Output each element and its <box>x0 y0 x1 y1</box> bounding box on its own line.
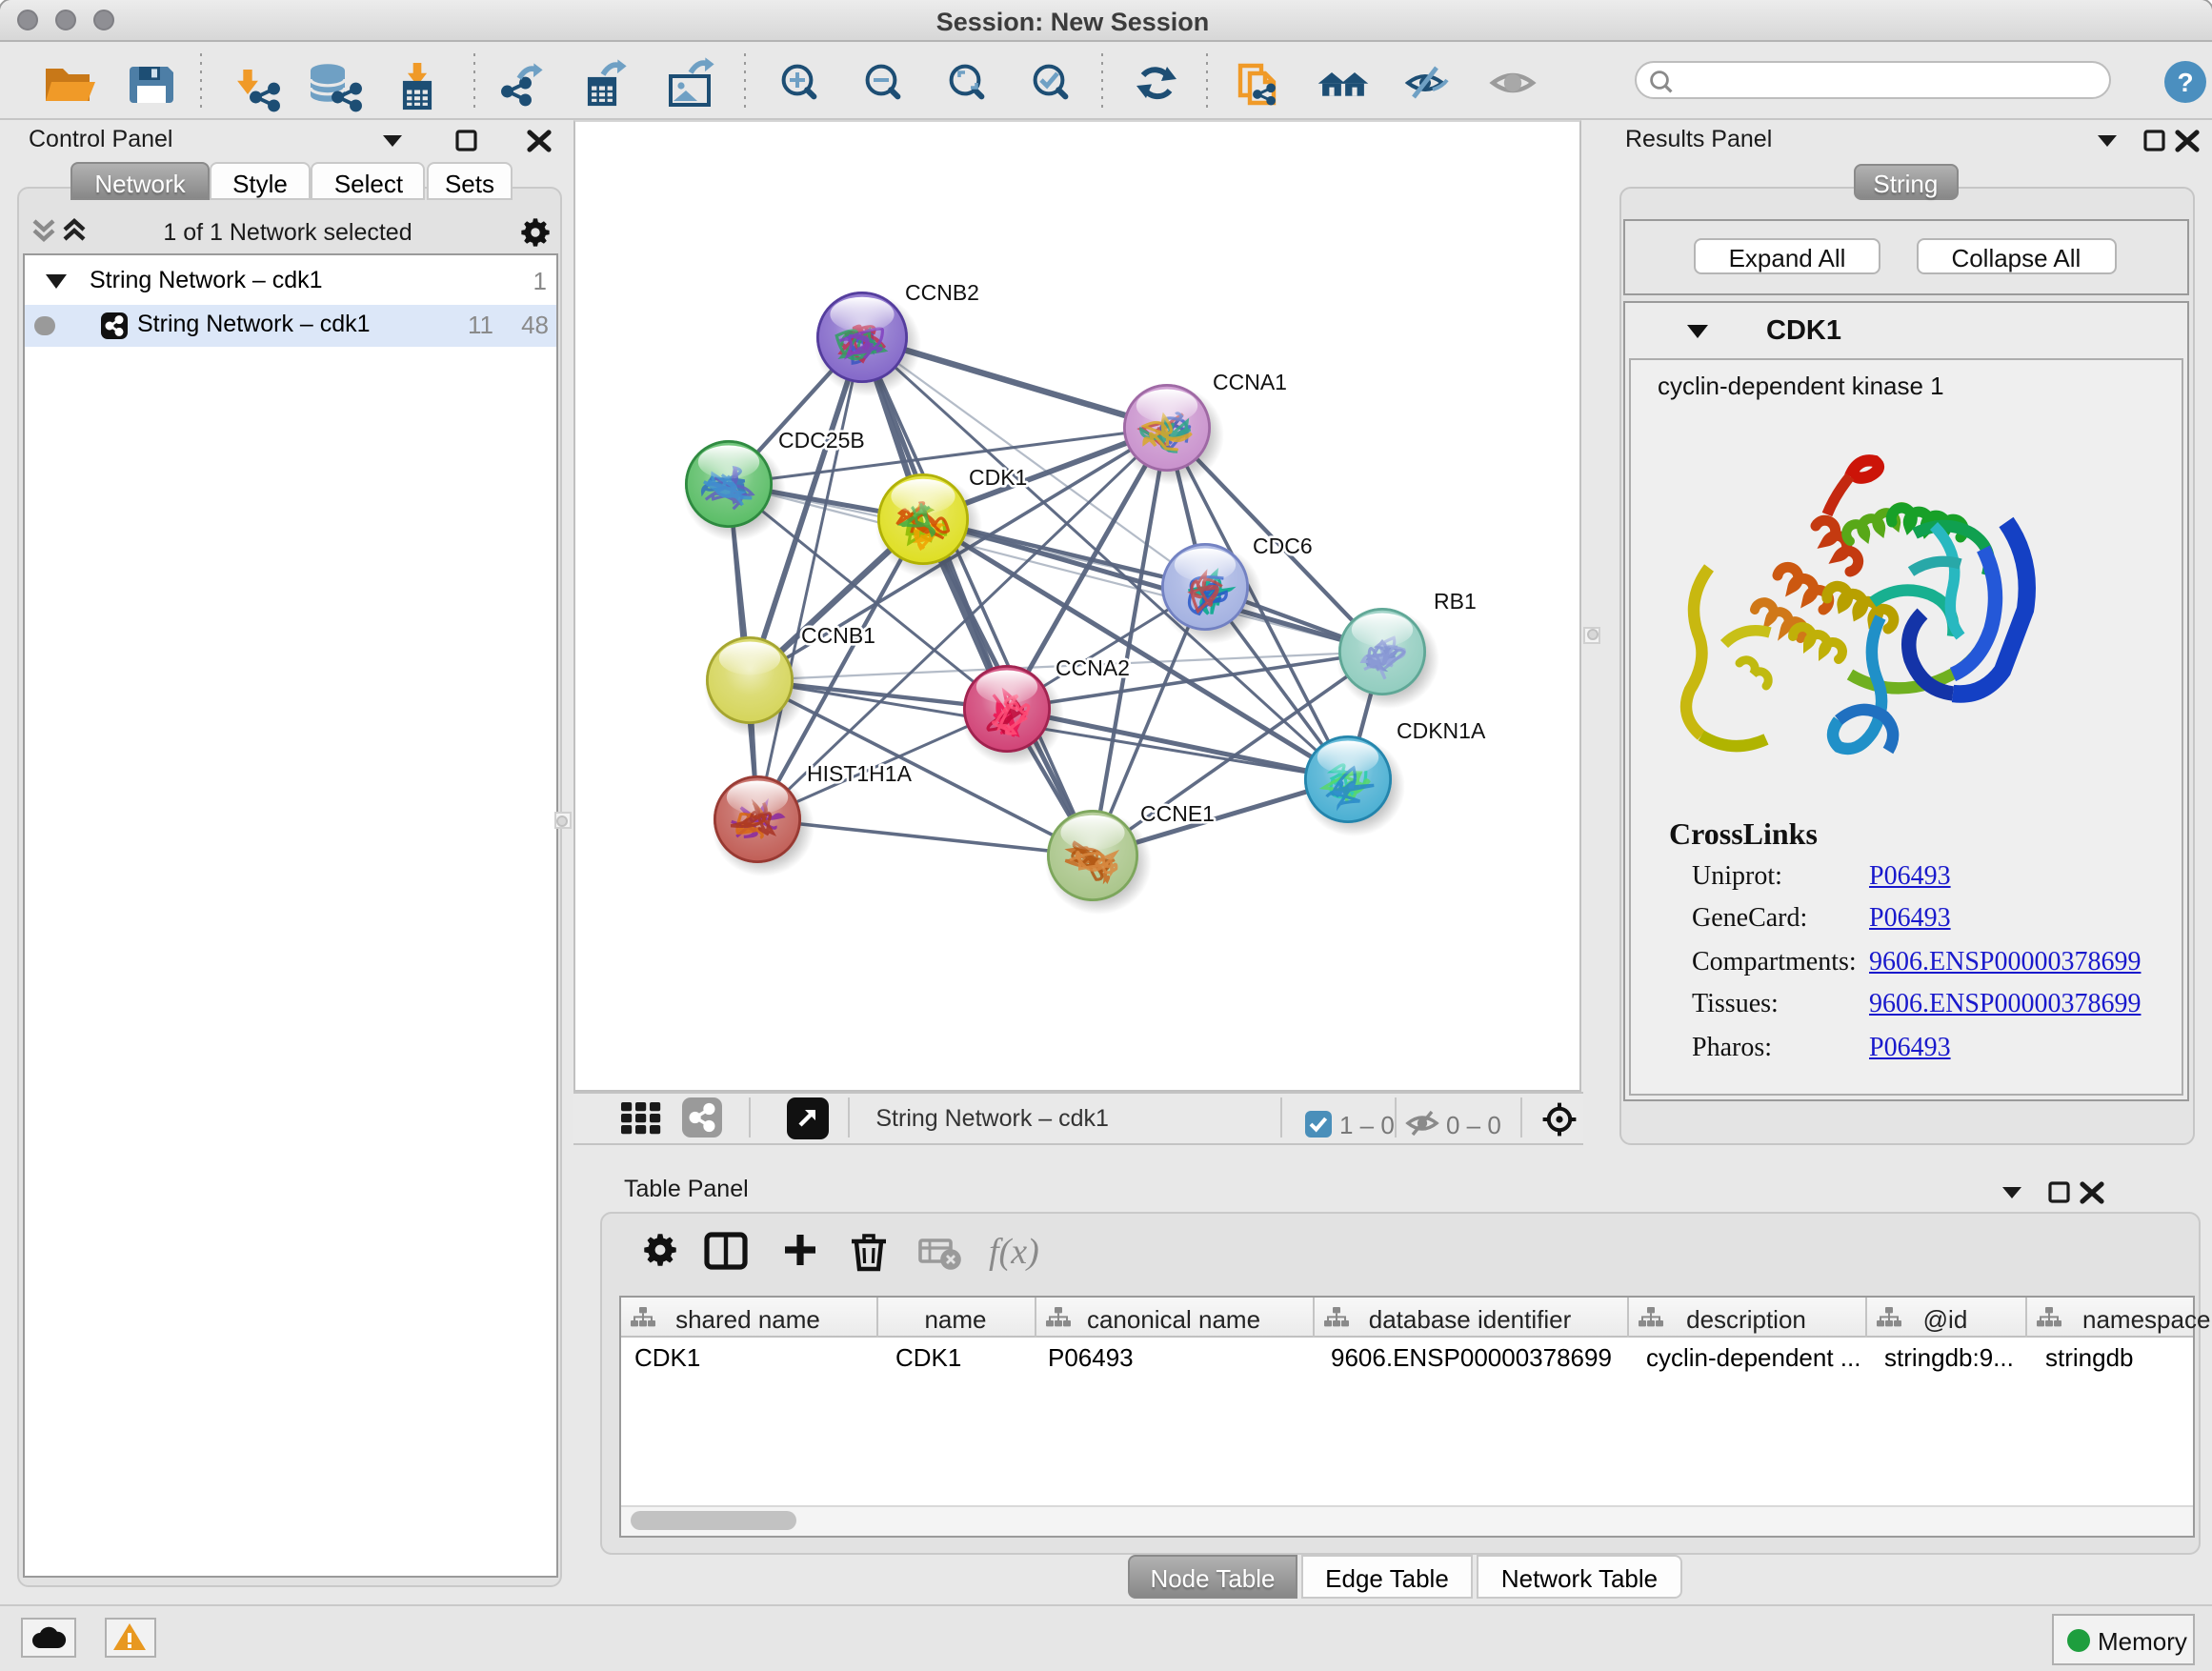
svg-text:CCNB1: CCNB1 <box>800 622 875 647</box>
svg-text:CCNA1: CCNA1 <box>1212 369 1286 393</box>
svg-text:CCNB2: CCNB2 <box>904 279 978 304</box>
svg-text:HIST1H1A: HIST1H1A <box>806 760 912 785</box>
svg-text:CDC25B: CDC25B <box>777 427 864 452</box>
svg-text:f(x): f(x) <box>989 1232 1039 1272</box>
svg-text:CCNA2: CCNA2 <box>1055 654 1129 679</box>
svg-text:CDKN1A: CDKN1A <box>1396 717 1485 742</box>
svg-text:CDC6: CDC6 <box>1252 533 1312 557</box>
svg-text:CDK1: CDK1 <box>968 464 1026 489</box>
svg-text:CCNE1: CCNE1 <box>1139 800 1214 825</box>
svg-text:RB1: RB1 <box>1433 588 1476 613</box>
